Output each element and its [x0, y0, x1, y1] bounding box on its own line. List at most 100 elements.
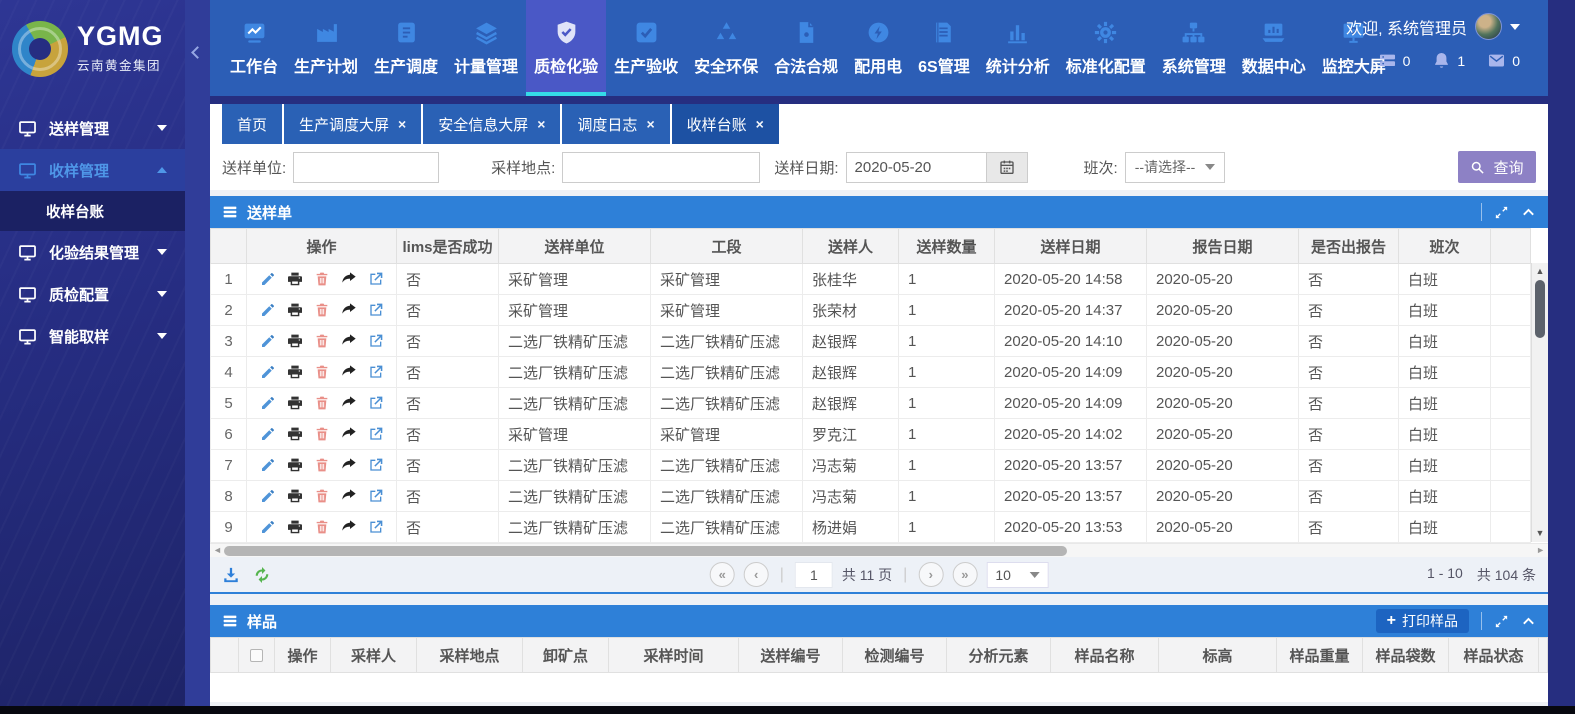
edit-icon[interactable]	[260, 519, 276, 535]
current-page-input[interactable]: 1	[795, 562, 833, 588]
tab-safety-screen[interactable]: 安全信息大屏×	[423, 104, 560, 144]
badge-messages[interactable]: 0	[1487, 51, 1520, 70]
open-icon[interactable]	[368, 364, 384, 380]
print-icon[interactable]	[287, 426, 303, 442]
forward-icon[interactable]	[341, 364, 357, 380]
scrollbar-thumb[interactable]	[1535, 280, 1545, 338]
delete-icon[interactable]	[314, 426, 330, 442]
close-icon[interactable]: ×	[537, 117, 545, 131]
close-icon[interactable]: ×	[756, 117, 764, 131]
print-icon[interactable]	[287, 302, 303, 318]
sidebar-item-sample-receive[interactable]: 收样管理	[0, 149, 185, 191]
sidebar-item-sample-send[interactable]: 送样管理	[0, 107, 185, 149]
delete-icon[interactable]	[314, 519, 330, 535]
nav-item-workbench[interactable]: 工作台	[222, 0, 286, 96]
delete-icon[interactable]	[314, 271, 330, 287]
caret-down-icon[interactable]	[1510, 24, 1520, 30]
nav-item-measurement[interactable]: 计量管理	[446, 0, 526, 96]
open-icon[interactable]	[368, 519, 384, 535]
tab-dispatch-log[interactable]: 调度日志×	[562, 104, 669, 144]
open-icon[interactable]	[368, 333, 384, 349]
sidebar-collapse-bar[interactable]	[185, 0, 210, 706]
expand-panel-icon[interactable]	[1494, 614, 1509, 629]
nav-item-power-distribution[interactable]: 配用电	[846, 0, 910, 96]
open-icon[interactable]	[368, 271, 384, 287]
print-icon[interactable]	[287, 519, 303, 535]
tab-home[interactable]: 首页	[222, 104, 282, 144]
print-icon[interactable]	[287, 457, 303, 473]
open-icon[interactable]	[368, 457, 384, 473]
forward-icon[interactable]	[341, 426, 357, 442]
print-icon[interactable]	[287, 271, 303, 287]
date-input[interactable]	[846, 152, 986, 183]
open-icon[interactable]	[368, 426, 384, 442]
edit-icon[interactable]	[260, 271, 276, 287]
page-size-select[interactable]: 10	[986, 562, 1048, 588]
nav-item-system-admin[interactable]: 系统管理	[1154, 0, 1234, 96]
delete-icon[interactable]	[314, 364, 330, 380]
open-icon[interactable]	[368, 395, 384, 411]
forward-icon[interactable]	[341, 395, 357, 411]
horizontal-scrollbar[interactable]: ◄ ►	[210, 543, 1548, 557]
first-page-button[interactable]: «	[710, 562, 735, 587]
forward-icon[interactable]	[341, 271, 357, 287]
collapse-panel-icon[interactable]	[1521, 614, 1536, 629]
sidebar-subitem-receive-ledger[interactable]: 收样台账	[0, 191, 185, 231]
export-icon[interactable]	[222, 566, 240, 584]
vertical-scrollbar[interactable]: ▲ ▼	[1531, 263, 1548, 542]
forward-icon[interactable]	[341, 519, 357, 535]
forward-icon[interactable]	[341, 333, 357, 349]
prev-page-button[interactable]: ‹	[744, 562, 769, 587]
sidebar-item-smart-sampling[interactable]: 智能取样	[0, 315, 185, 357]
tab-dispatch-screen[interactable]: 生产调度大屏×	[284, 104, 421, 144]
location-input[interactable]	[562, 152, 760, 183]
print-icon[interactable]	[287, 488, 303, 504]
nav-item-production-acceptance[interactable]: 生产验收	[606, 0, 686, 96]
nav-item-quality-assay[interactable]: 质检化验	[526, 0, 606, 96]
search-button[interactable]: 查询	[1458, 151, 1536, 183]
delete-icon[interactable]	[314, 395, 330, 411]
delete-icon[interactable]	[314, 457, 330, 473]
scroll-right-icon[interactable]: ►	[1536, 545, 1545, 555]
calendar-button[interactable]	[986, 152, 1028, 183]
close-icon[interactable]: ×	[398, 117, 406, 131]
collapse-sidebar-icon[interactable]	[191, 46, 204, 59]
badge-records[interactable]: 0	[1378, 51, 1411, 70]
last-page-button[interactable]: »	[952, 562, 977, 587]
edit-icon[interactable]	[260, 395, 276, 411]
shift-select[interactable]: --请选择--	[1125, 152, 1225, 183]
edit-icon[interactable]	[260, 457, 276, 473]
edit-icon[interactable]	[260, 302, 276, 318]
close-icon[interactable]: ×	[646, 117, 654, 131]
print-icon[interactable]	[287, 333, 303, 349]
open-icon[interactable]	[368, 302, 384, 318]
expand-panel-icon[interactable]	[1494, 205, 1509, 220]
refresh-icon[interactable]	[253, 566, 271, 584]
tab-receive-ledger[interactable]: 收样台账×	[672, 104, 779, 144]
scroll-down-icon[interactable]: ▼	[1532, 529, 1548, 538]
forward-icon[interactable]	[341, 302, 357, 318]
open-icon[interactable]	[368, 488, 384, 504]
select-all-checkbox[interactable]	[250, 649, 263, 662]
delete-icon[interactable]	[314, 488, 330, 504]
print-samples-button[interactable]: + 打印样品	[1376, 609, 1469, 633]
nav-item-compliance[interactable]: 合法合规	[766, 0, 846, 96]
forward-icon[interactable]	[341, 488, 357, 504]
edit-icon[interactable]	[260, 333, 276, 349]
edit-icon[interactable]	[260, 364, 276, 380]
avatar[interactable]	[1475, 13, 1502, 40]
print-icon[interactable]	[287, 364, 303, 380]
nav-item-six-s[interactable]: 6S管理	[910, 0, 978, 96]
nav-item-production-dispatch[interactable]: 生产调度	[366, 0, 446, 96]
scroll-up-icon[interactable]: ▲	[1532, 267, 1548, 276]
badge-alerts[interactable]: 1	[1432, 51, 1465, 70]
nav-item-data-center[interactable]: 数据中心	[1234, 0, 1314, 96]
nav-item-standard-config[interactable]: 标准化配置	[1058, 0, 1154, 96]
delete-icon[interactable]	[314, 302, 330, 318]
delete-icon[interactable]	[314, 333, 330, 349]
scrollbar-thumb[interactable]	[224, 546, 1067, 556]
print-icon[interactable]	[287, 395, 303, 411]
unit-input[interactable]	[293, 152, 439, 183]
edit-icon[interactable]	[260, 488, 276, 504]
next-page-button[interactable]: ›	[918, 562, 943, 587]
